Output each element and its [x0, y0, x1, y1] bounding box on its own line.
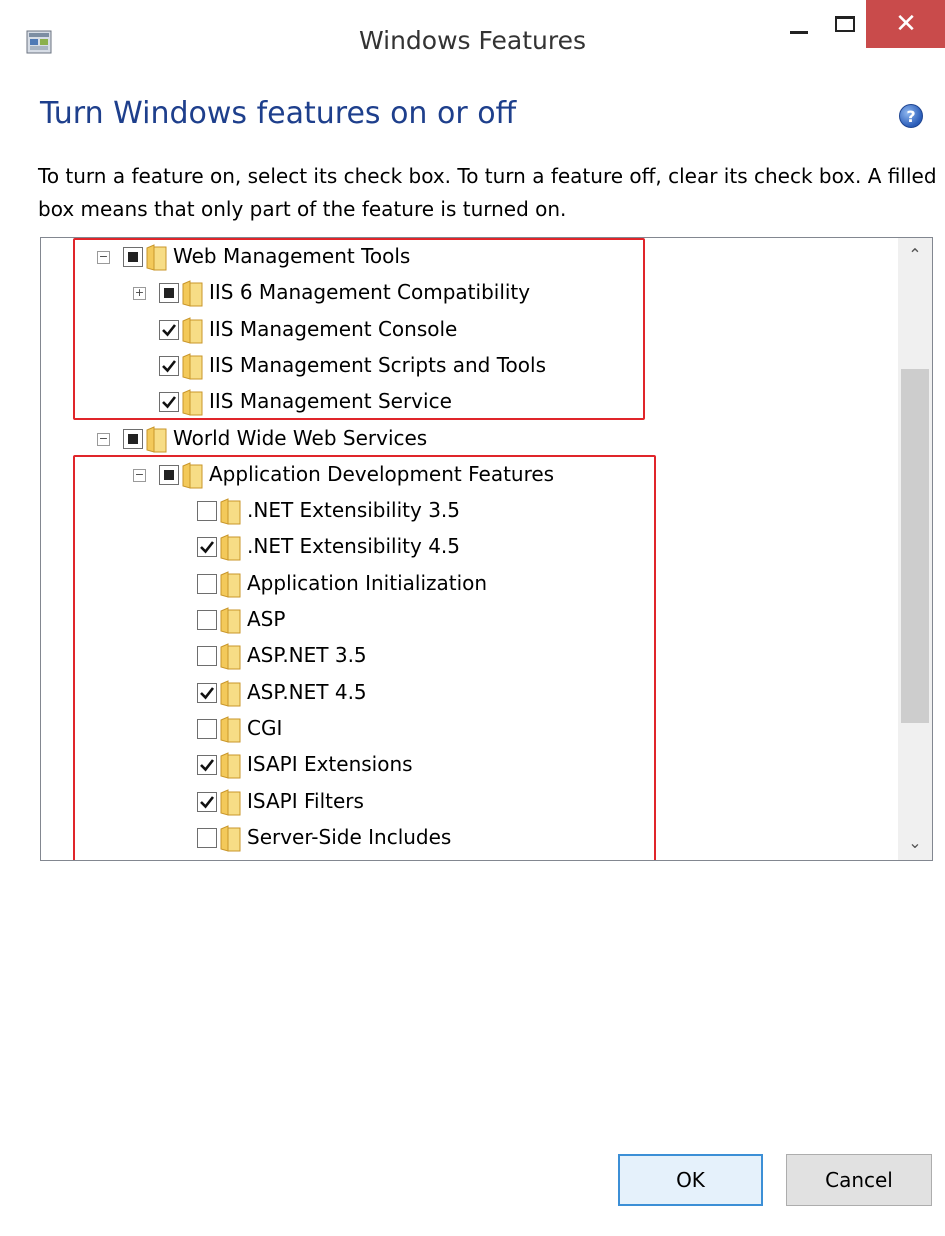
- minimize-button[interactable]: [776, 0, 822, 48]
- collapse-icon[interactable]: −: [97, 432, 110, 446]
- page-heading: Turn Windows features on or off: [40, 96, 517, 131]
- vertical-scrollbar[interactable]: ⌃ ⌄: [898, 238, 932, 860]
- feature-label: World Wide Web Services: [173, 425, 428, 450]
- tree-item[interactable]: − World Wide Web Services: [41, 421, 891, 457]
- highlight-web-management-tools: [73, 238, 645, 420]
- instructions-text: To turn a feature on, select its check b…: [38, 164, 937, 221]
- cancel-button[interactable]: Cancel: [786, 1154, 932, 1206]
- ok-button[interactable]: OK: [618, 1154, 763, 1206]
- title-bar: Windows Features ✕: [0, 0, 945, 88]
- minimize-icon: [790, 30, 808, 34]
- close-icon: ✕: [895, 9, 917, 39]
- scroll-down-arrow-icon[interactable]: ⌄: [898, 826, 932, 860]
- feature-checkbox[interactable]: [123, 428, 143, 449]
- help-icon[interactable]: ?: [899, 104, 923, 128]
- features-tree[interactable]: − Web Management Tools + IIS 6 Management C…: [40, 237, 933, 861]
- scrollbar-thumb[interactable]: [901, 369, 929, 723]
- maximize-button[interactable]: [822, 0, 868, 48]
- maximize-icon: [835, 16, 855, 32]
- scroll-up-arrow-icon[interactable]: ⌃: [898, 238, 932, 272]
- highlight-application-development-features: [73, 455, 656, 860]
- close-button[interactable]: ✕: [866, 0, 945, 48]
- folder-icon: [146, 425, 167, 453]
